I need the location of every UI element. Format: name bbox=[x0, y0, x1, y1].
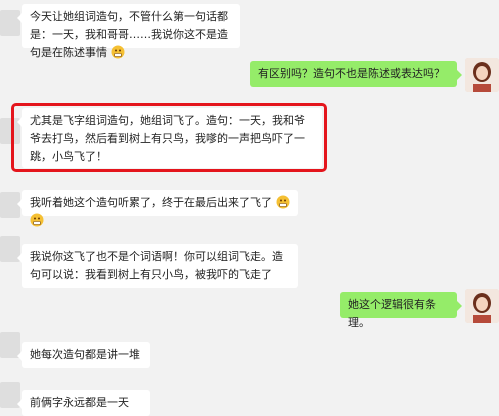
message-text: 有区别吗？造句不也是陈述或表达吗？ bbox=[258, 67, 445, 80]
avatar[interactable] bbox=[465, 58, 499, 92]
message-text: 我说你这飞了也不是个词语啊！你可以组词飞走。造句可以说：我看到树上有只小鸟，被我… bbox=[30, 250, 283, 281]
avatar-image-icon bbox=[465, 289, 499, 323]
grimace-emoji-icon bbox=[276, 195, 289, 209]
message-text: 我听着她这个造句听累了，终于在最后出来了飞了 bbox=[30, 196, 272, 209]
grimace-emoji-icon bbox=[111, 45, 124, 59]
message-text: 她每次造句都是讲一堆 bbox=[30, 348, 140, 361]
chat-bubble-right[interactable]: 有区别吗？造句不也是陈述或表达吗？ bbox=[250, 61, 462, 87]
avatar-image-icon bbox=[465, 58, 499, 92]
chat-bubble-left[interactable]: 前俩字永远都是一天 bbox=[17, 390, 150, 416]
chat-bubble-left[interactable]: 今天让她组词造句，不管什么第一句话都是：一天，我和哥哥……我说你这不是造句是在陈… bbox=[17, 4, 240, 59]
chat-window: 今天让她组词造句，不管什么第一句话都是：一天，我和哥哥……我说你这不是造句是在陈… bbox=[0, 0, 499, 416]
avatar[interactable] bbox=[465, 289, 499, 323]
chat-bubble-left[interactable]: 她每次造句都是讲一堆 bbox=[17, 342, 150, 368]
message-text: 前俩字永远都是一天 bbox=[30, 396, 129, 409]
message-text: 今天让她组词造句，不管什么第一句话都是：一天，我和哥哥……我说你这不是造句是在陈… bbox=[30, 10, 228, 59]
grimace-emoji-icon bbox=[30, 213, 44, 227]
chat-bubble-left[interactable]: 我说你这飞了也不是个词语啊！你可以组词飞走。造句可以说：我看到树上有只小鸟，被我… bbox=[17, 244, 298, 288]
highlight-box bbox=[11, 103, 327, 172]
message-text: 她这个逻辑很有条理。 bbox=[348, 298, 436, 329]
chat-bubble-right[interactable]: 她这个逻辑很有条理。 bbox=[340, 292, 462, 329]
chat-bubble-left[interactable]: 我听着她这个造句听累了，终于在最后出来了飞了 bbox=[17, 190, 298, 227]
